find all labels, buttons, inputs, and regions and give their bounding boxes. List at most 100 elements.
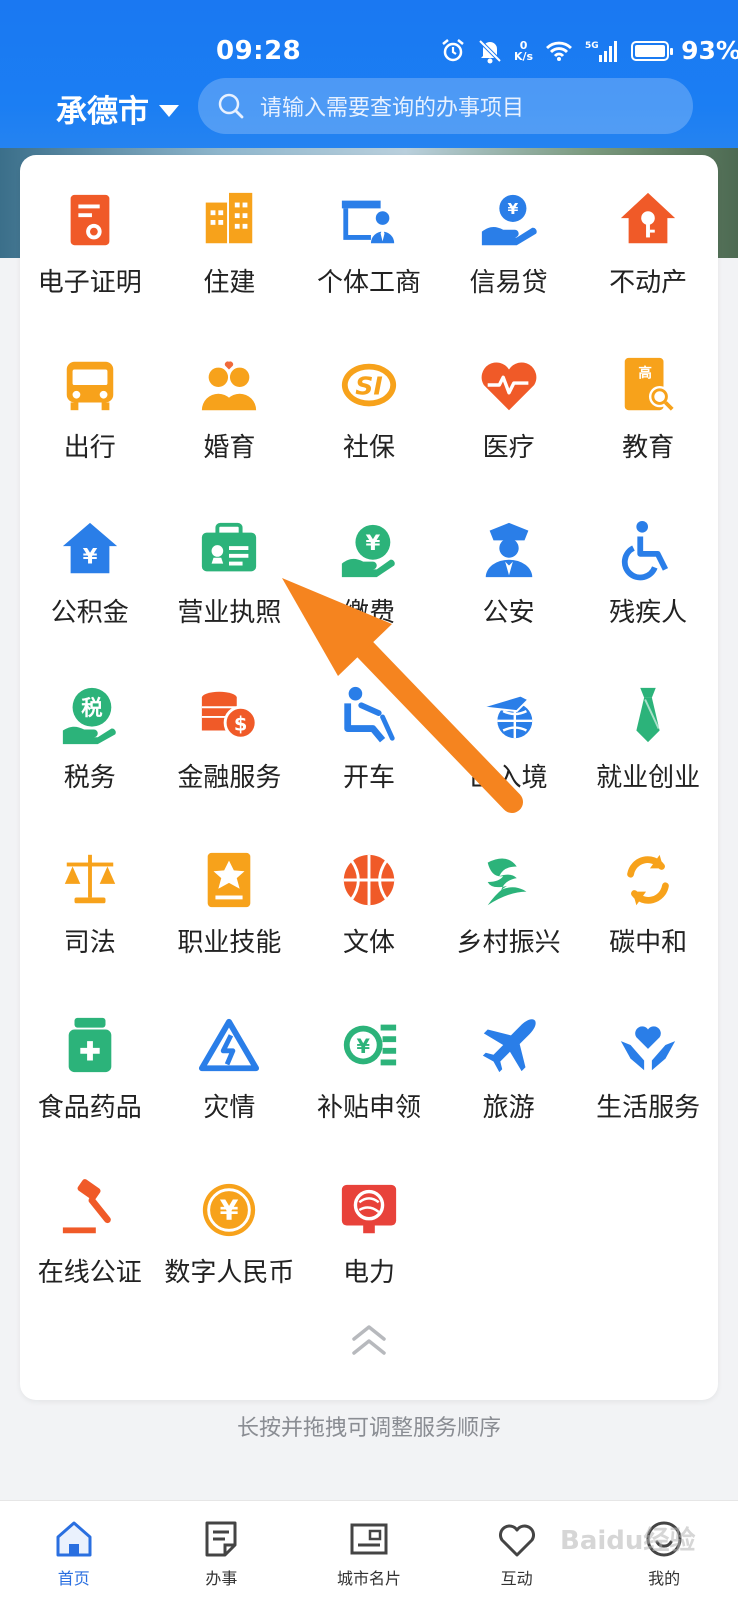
search-bar[interactable]: 请输入需要查询的办事项目 [198,78,693,134]
service-icon [59,1179,121,1241]
search-icon [218,93,244,119]
service-item[interactable]: 高教育 [578,348,718,513]
service-item[interactable]: 司法 [20,843,160,1008]
service-icon [478,1014,540,1076]
service-label: 司法 [63,928,116,958]
scales-icon [64,854,115,904]
service-item[interactable]: SI 社保 [299,348,439,513]
care-hands-icon [621,1026,676,1071]
service-grid: 电子证明 住建 个体工商 ¥ 信易贷 不动产 出行 婚育 SI 社保 医疗 高教育 ¥ 公积金 营业执照 ¥ 缴… [20,183,718,1338]
home-icon [56,1521,92,1557]
service-item[interactable]: 开车 [299,678,439,843]
svg-text:¥: ¥ [220,1196,239,1227]
city-card-icon [350,1523,388,1555]
service-label: 生活服务 [596,1093,701,1123]
service-item[interactable]: 电子证明 [20,183,160,348]
couple-icon [202,361,257,411]
service-item[interactable]: 不动产 [578,183,718,348]
service-label: 缴费 [342,598,395,628]
battery-percent: 93% [681,36,738,65]
city-selector[interactable]: 承德市 [56,86,179,131]
service-label: 公积金 [50,598,129,628]
nav-item-city-card[interactable]: 城市名片 [295,1501,443,1600]
business-license-icon [202,522,257,572]
service-item[interactable]: 营业执照 [160,513,300,678]
loan-hand-icon: ¥ [481,194,537,246]
nav-item-home[interactable]: 首页 [0,1501,148,1600]
service-item[interactable]: ¥ 补贴申领 [299,1008,439,1173]
service-item[interactable]: 食品药品 [20,1008,160,1173]
service-item[interactable]: 碳中和 [578,843,718,1008]
service-label: 医疗 [482,433,535,463]
service-icon [617,684,679,746]
gavel-icon [62,1179,111,1234]
shop-icon [341,200,395,244]
service-icon [59,189,121,251]
service-label: 开车 [342,763,395,793]
service-icon: ¥ [478,189,540,251]
svg-text:高: 高 [638,364,652,381]
svg-text:SI: SI [355,372,383,401]
service-label: 税务 [63,763,116,793]
nav-item-affairs[interactable]: 办事 [148,1501,296,1600]
service-label: 出入境 [469,763,548,793]
city-name: 承德市 [56,94,149,130]
service-item[interactable]: 婚育 [160,348,300,513]
search-placeholder: 请输入需要查询的办事项目 [260,96,525,121]
service-item[interactable]: 乡村振兴 [439,843,579,1008]
service-item[interactable]: 文体 [299,843,439,1008]
service-item[interactable]: 职业技能 [160,843,300,1008]
bus-icon [66,361,114,411]
plane-globe-icon [481,694,532,739]
service-item[interactable]: 残疾人 [578,513,718,678]
service-item[interactable]: ¥ 数字人民币 [160,1173,300,1338]
service-item[interactable]: 个体工商 [299,183,439,348]
collapse-chevron-icon[interactable] [350,1323,388,1357]
service-icon [617,189,679,251]
service-item[interactable]: $ 金融服务 [160,678,300,843]
service-item[interactable]: 旅游 [439,1008,579,1173]
heart-pulse-icon [481,362,536,411]
nav-label-city-card: 城市名片 [336,1569,401,1588]
nav-label-profile: 我的 [648,1569,681,1588]
subsidy-coin-icon: ¥ [343,1024,397,1066]
service-icon: ¥ [59,519,121,581]
service-item[interactable]: 电力 [299,1173,439,1338]
nav-label-interact: 互动 [500,1569,533,1588]
service-item[interactable]: ¥ 公积金 [20,513,160,678]
service-label: 职业技能 [177,928,282,958]
service-item[interactable]: 出入境 [439,678,579,843]
service-icon: SI [338,354,400,416]
basketball-icon [343,854,395,906]
service-icon [338,849,400,911]
service-icon: ¥ [198,1179,260,1241]
status-icons: 0 K/s 5G 93% [440,36,738,65]
service-icon [617,1014,679,1076]
service-item[interactable]: 就业创业 [578,678,718,843]
service-item[interactable]: 公安 [439,513,579,678]
service-item[interactable]: 出行 [20,348,160,513]
service-label: 住建 [203,268,256,298]
service-label: 旅游 [482,1093,535,1123]
service-item[interactable]: 生活服务 [578,1008,718,1173]
police-icon [485,522,532,578]
heart-icon [498,1524,535,1557]
social-security-icon: SI [341,363,397,407]
status-time: 09:28 [216,36,302,66]
buildings-icon [206,192,253,244]
airplane-icon [482,1019,536,1073]
service-item[interactable]: ¥ 信易贷 [439,183,579,348]
service-item[interactable]: 灾情 [160,1008,300,1173]
document-icon [205,1521,237,1557]
certificate-icon [70,194,110,246]
service-label: 补贴申领 [316,1093,421,1123]
service-icon [59,1014,121,1076]
service-item[interactable]: 医疗 [439,348,579,513]
service-icon: $ [198,684,260,746]
service-item[interactable]: 住建 [160,183,300,348]
tie-icon [636,687,660,743]
service-item[interactable]: ¥ 缴费 [299,513,439,678]
service-item[interactable]: 税税务 [20,678,160,843]
service-item[interactable]: 在线公证 [20,1173,160,1338]
service-icon [59,354,121,416]
